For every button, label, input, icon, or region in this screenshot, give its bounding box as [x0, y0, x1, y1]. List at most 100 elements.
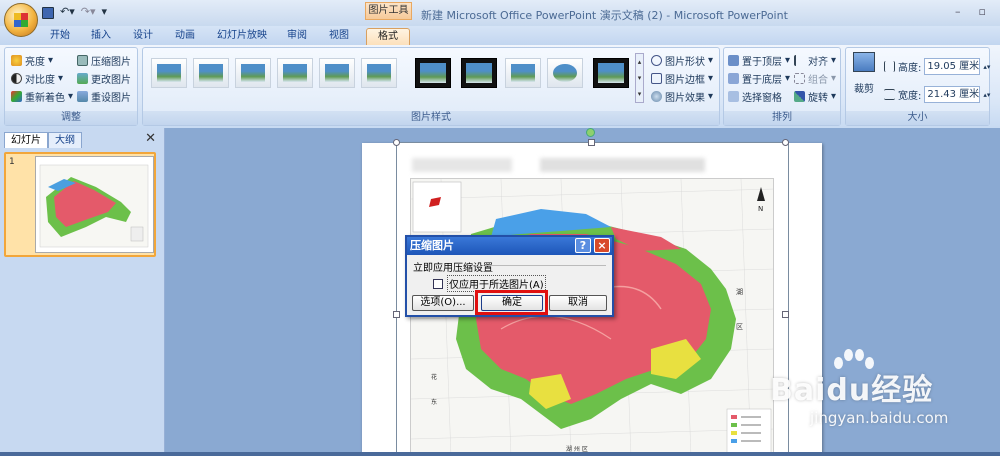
rotate-button[interactable]: 旋转 ▾ [794, 89, 836, 104]
map-label: 花 [431, 373, 437, 381]
checkbox[interactable] [433, 278, 443, 289]
bring-to-front-button[interactable]: 置于顶层 ▾ [728, 53, 790, 68]
reset-picture-button[interactable]: 重设图片 [77, 89, 131, 104]
customize-icon[interactable]: ▾ [102, 5, 108, 19]
slide-subtitle-blur [540, 158, 705, 172]
tab-view[interactable]: 视图 [325, 28, 353, 45]
style-thumb[interactable] [361, 58, 397, 88]
style-thumb[interactable] [235, 58, 271, 88]
send-to-back-button[interactable]: 置于底层 ▾ [728, 71, 790, 86]
height-control: 高度: 19.05 厘米 ▴▾ [884, 58, 990, 75]
office-button[interactable] [4, 3, 38, 37]
save-icon[interactable] [42, 7, 54, 19]
tab-slideshow[interactable]: 幻灯片放映 [213, 28, 271, 45]
width-spinner[interactable]: ▴▾ [983, 91, 990, 99]
dialog-title-bar: 压缩图片 ? × [407, 237, 612, 255]
slide-title-blur [412, 158, 512, 172]
minus-icon[interactable]: – [955, 5, 961, 18]
tab-format[interactable]: 格式 [366, 28, 410, 45]
restore-icon[interactable]: ▫ [979, 5, 986, 18]
checkbox-label: 仅应用于所选图片(A) [447, 275, 546, 292]
contrast-icon [11, 73, 22, 84]
resize-handle[interactable] [393, 311, 400, 318]
map-label: 东 [431, 398, 437, 406]
picture-effects-button[interactable]: 图片效果 ▾ [651, 89, 713, 104]
change-picture-icon [77, 73, 88, 84]
brightness-button[interactable]: 亮度 ▾ [11, 53, 53, 68]
resize-handle[interactable] [393, 139, 400, 146]
cancel-button[interactable]: 取消 [549, 295, 607, 311]
style-thumb[interactable] [319, 58, 355, 88]
map-label: 湖 [736, 287, 743, 296]
style-thumb[interactable] [277, 58, 313, 88]
group-button[interactable]: 组合 ▾ [794, 71, 836, 86]
window-controls: – ▫ [955, 5, 986, 18]
tab-design[interactable]: 设计 [129, 28, 157, 45]
height-spinner[interactable]: ▴▾ [983, 63, 990, 71]
slides-pane: 幻灯片 大纲 ✕ 1 [0, 128, 165, 456]
change-picture-button[interactable]: 更改图片 [77, 71, 131, 86]
crop-button[interactable]: 裁剪 [850, 52, 878, 100]
ribbon-tabs: 开始 插入 设计 动画 幻灯片放映 审阅 视图 格式 [0, 26, 1000, 45]
apply-selected-checkbox-row[interactable]: 仅应用于所选图片(A) [433, 275, 546, 292]
tab-home[interactable]: 开始 [46, 28, 74, 45]
ok-button[interactable]: 确定 [481, 295, 543, 311]
window-title: 新建 Microsoft Office PowerPoint 演示文稿 (2) … [421, 9, 788, 22]
close-button[interactable]: × [594, 238, 610, 253]
align-button[interactable]: 对齐 ▾ [794, 53, 836, 68]
redo-icon[interactable]: ↷▾ [81, 5, 96, 19]
height-icon [884, 61, 895, 72]
selected-picture[interactable]: N 湖 区 湖 州 区 花 东 [410, 178, 774, 456]
recolor-icon [11, 91, 22, 102]
gallery-scroll[interactable]: ▴ ▾ ▾ [635, 53, 644, 103]
effects-icon [651, 91, 662, 102]
picture-tools-context-label: 图片工具 [365, 2, 412, 20]
paw-icon [830, 347, 876, 387]
slide-thumbnail-image [35, 156, 154, 253]
resize-handle[interactable] [782, 139, 789, 146]
picture-styles-group-label: 图片样式 [143, 111, 719, 125]
map-label: 区 [736, 323, 743, 331]
crop-icon [853, 52, 875, 72]
resize-handle[interactable] [588, 139, 595, 146]
tab-animation[interactable]: 动画 [171, 28, 199, 45]
compress-pictures-button[interactable]: 压缩图片 [77, 53, 131, 68]
style-thumb[interactable] [593, 58, 629, 88]
width-input[interactable]: 21.43 厘米 [924, 86, 981, 103]
reset-icon [77, 91, 88, 102]
slide-thumbnail[interactable]: 1 [4, 152, 156, 257]
style-thumb[interactable] [415, 58, 451, 88]
tab-review[interactable]: 审阅 [283, 28, 311, 45]
style-thumb[interactable] [505, 58, 541, 88]
watermark-url: jingyan.baidu.com [810, 409, 949, 427]
group-icon [794, 73, 805, 84]
pencil-icon [651, 73, 662, 84]
picture-border-button[interactable]: 图片边框 ▾ [651, 71, 713, 86]
options-button[interactable]: 选项(O)... [412, 295, 474, 311]
rotate-handle[interactable] [586, 128, 595, 137]
rotate-icon [794, 91, 805, 102]
recolor-button[interactable]: 重新着色 ▾ [11, 89, 73, 104]
resize-handle[interactable] [782, 311, 789, 318]
tab-outline[interactable]: 大纲 [48, 132, 82, 148]
arrange-group-label: 排列 [724, 111, 840, 125]
close-icon[interactable]: ✕ [145, 131, 156, 146]
size-group: 裁剪 高度: 19.05 厘米 ▴▾ 宽度: 21.43 厘米 ▴▾ 大小 [845, 47, 990, 126]
height-input[interactable]: 19.05 厘米 [924, 58, 981, 75]
picture-styles-group: ▴ ▾ ▾ 图片形状 ▾ 图片边框 ▾ 图片效果 ▾ 图片样式 [142, 47, 720, 126]
style-thumb[interactable] [547, 58, 583, 88]
contrast-button[interactable]: 对比度 ▾ [11, 71, 63, 86]
selection-pane-button[interactable]: 选择窗格 [728, 89, 782, 104]
selection-pane-icon [728, 91, 739, 102]
pane-tabs: 幻灯片 大纲 [4, 132, 82, 148]
style-thumb[interactable] [193, 58, 229, 88]
style-thumb[interactable] [461, 58, 497, 88]
help-button[interactable]: ? [575, 238, 591, 253]
undo-icon[interactable]: ↶▾ [60, 5, 75, 19]
picture-shape-button[interactable]: 图片形状 ▾ [651, 53, 713, 68]
send-back-icon [728, 73, 739, 84]
tab-insert[interactable]: 插入 [87, 28, 115, 45]
style-thumb[interactable] [151, 58, 187, 88]
dialog-title: 压缩图片 [410, 239, 454, 252]
tab-slides[interactable]: 幻灯片 [4, 132, 48, 148]
